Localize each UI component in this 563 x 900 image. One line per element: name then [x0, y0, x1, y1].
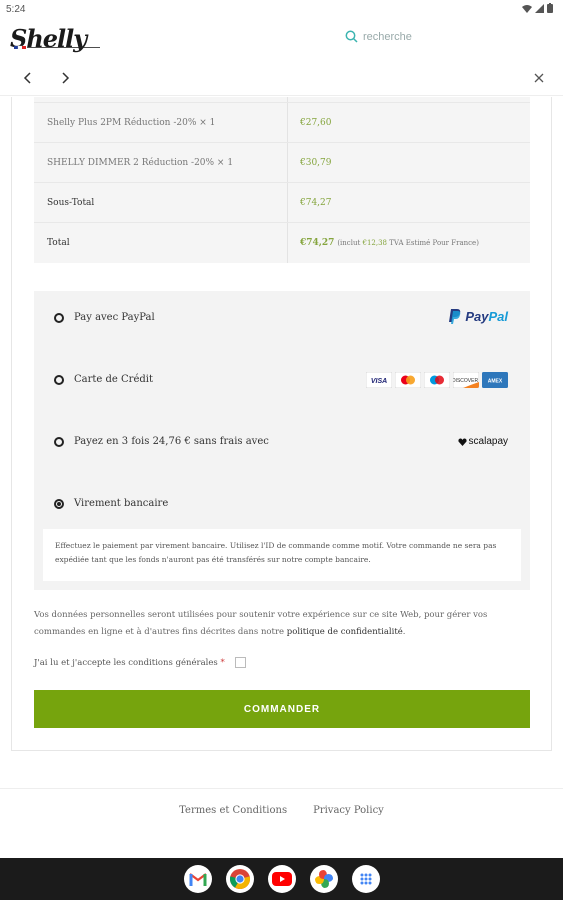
- chrome-icon: [229, 869, 250, 889]
- terms-agreement: J'ai lu et j'accepte les conditions géné…: [34, 657, 246, 668]
- terms-checkbox[interactable]: [234, 657, 246, 668]
- search-placeholder: recherche: [363, 30, 412, 43]
- chevron-right-icon: [62, 72, 70, 84]
- payment-label: Carte de Crédit: [74, 374, 153, 385]
- site-header: Shelly recherche: [0, 18, 563, 60]
- payment-label: Virement bancaire: [74, 498, 169, 509]
- bank-transfer-description: Effectuez le paiement par virement banca…: [43, 529, 521, 581]
- youtube-icon: [271, 872, 292, 886]
- forward-button[interactable]: [55, 68, 75, 88]
- svg-text:DISCOVER: DISCOVER: [453, 378, 478, 384]
- back-button[interactable]: [18, 68, 38, 88]
- subtotal-label: Sous-Total: [47, 198, 95, 208]
- app-drawer[interactable]: [351, 865, 380, 893]
- tax-note: (inclut €12,38 TVA Estimé Pour France): [337, 239, 479, 247]
- chrome-app[interactable]: [225, 865, 254, 893]
- scalapay-wordmark: scalapay: [468, 436, 508, 447]
- gmail-app[interactable]: [183, 865, 212, 893]
- table-row: SHELLY DIMMER 2 Réduction -20% × 1 €30,7…: [34, 143, 530, 183]
- discover-icon: DISCOVER: [453, 372, 479, 388]
- payment-label: Pay avec PayPal: [74, 312, 155, 323]
- status-bar: 5:24: [0, 0, 563, 18]
- product-price: €27,60: [300, 118, 332, 128]
- required-marker: *: [220, 657, 225, 668]
- apps-grid-icon: [360, 873, 371, 885]
- youtube-app[interactable]: [267, 865, 296, 893]
- place-order-button[interactable]: COMMANDER: [34, 690, 530, 728]
- privacy-text: Vos données personnelles seront utilisée…: [34, 610, 488, 637]
- search-field[interactable]: recherche: [345, 30, 412, 43]
- visa-icon: VISA: [366, 372, 392, 388]
- terms-text[interactable]: J'ai lu et j'accepte les conditions géné…: [34, 658, 218, 668]
- footer-link-terms[interactable]: Termes et Conditions: [179, 805, 287, 816]
- payment-option-paypal[interactable]: Pay avec PayPal Pay Pal: [34, 299, 530, 339]
- total-row: Total €74,27 (inclut €12,38 TVA Estimé P…: [34, 223, 530, 263]
- logo-france-stripe: [14, 45, 100, 50]
- search-icon: [345, 30, 358, 43]
- paypal-logo: Pay Pal: [449, 309, 508, 324]
- privacy-end: .: [402, 627, 406, 637]
- payment-label: Payez en 3 fois 24,76 € sans frais avec: [74, 436, 269, 447]
- chevron-left-icon: [23, 72, 31, 84]
- subtotal-value: €74,27: [300, 198, 332, 208]
- subtotal-row: Sous-Total €74,27: [34, 183, 530, 223]
- svg-text:AMEX: AMEX: [488, 379, 503, 385]
- radio-scalapay[interactable]: [54, 437, 64, 447]
- product-price: €30,79: [300, 158, 332, 168]
- payment-option-scalapay[interactable]: Payez en 3 fois 24,76 € sans frais avec …: [34, 423, 530, 463]
- tax-amount: €12,38: [362, 239, 388, 247]
- footer-links: Termes et Conditions Privacy Policy: [0, 805, 563, 816]
- signal-icon: [535, 3, 544, 13]
- browser-nav-bar: [0, 60, 563, 96]
- photos-icon: [314, 870, 333, 888]
- payment-option-card[interactable]: Carte de Crédit VISA DISCOVER AMEX: [34, 361, 530, 401]
- svg-text:VISA: VISA: [371, 378, 387, 385]
- payment-option-bank-transfer[interactable]: Virement bancaire: [34, 485, 530, 525]
- footer-link-privacy[interactable]: Privacy Policy: [313, 805, 384, 816]
- footer-divider: [0, 788, 563, 789]
- terms-label: J'ai lu et j'accepte les conditions géné…: [34, 658, 225, 668]
- card-brands: VISA DISCOVER AMEX: [366, 372, 508, 388]
- radio-paypal[interactable]: [54, 313, 64, 323]
- status-icons: [522, 3, 553, 13]
- photos-app[interactable]: [309, 865, 338, 893]
- close-icon: [534, 73, 544, 83]
- status-time: 5:24: [6, 4, 26, 15]
- heart-icon: [457, 437, 467, 446]
- wifi-icon: [522, 4, 532, 13]
- order-summary-table: Shelly Plus 2PM Réduction -20% × 1 €27,6…: [34, 97, 530, 263]
- radio-bank-transfer[interactable]: [54, 499, 64, 509]
- gmail-icon: [188, 873, 207, 886]
- app-dock: [0, 858, 563, 900]
- table-row: Shelly Plus 2PM Réduction -20% × 1 €27,6…: [34, 103, 530, 143]
- tax-note-suffix: TVA Estimé Pour France): [387, 239, 479, 247]
- privacy-notice: Vos données personnelles seront utilisée…: [34, 607, 530, 641]
- product-name: Shelly Plus 2PM Réduction -20% × 1: [47, 118, 216, 128]
- mastercard-icon: [395, 372, 421, 388]
- tax-note-prefix: (inclut: [337, 239, 363, 247]
- page-content: Shelly Plus 2PM Réduction -20% × 1 €27,6…: [0, 97, 563, 858]
- paypal-icon: [449, 309, 461, 324]
- scalapay-logo: scalapay: [457, 436, 508, 447]
- radio-card[interactable]: [54, 375, 64, 385]
- total-value-wrap: €74,27 (inclut €12,38 TVA Estimé Pour Fr…: [300, 238, 479, 248]
- close-button[interactable]: [529, 68, 549, 88]
- amex-icon: AMEX: [482, 372, 508, 388]
- battery-icon: [547, 3, 553, 13]
- maestro-icon: [424, 372, 450, 388]
- privacy-policy-link[interactable]: politique de confidentialité: [287, 627, 403, 637]
- product-name: SHELLY DIMMER 2 Réduction -20% × 1: [47, 158, 234, 168]
- payment-methods: Pay avec PayPal Pay Pal Carte de Crédit V…: [34, 291, 530, 590]
- total-value: €74,27: [300, 238, 335, 248]
- total-label: Total: [47, 238, 70, 248]
